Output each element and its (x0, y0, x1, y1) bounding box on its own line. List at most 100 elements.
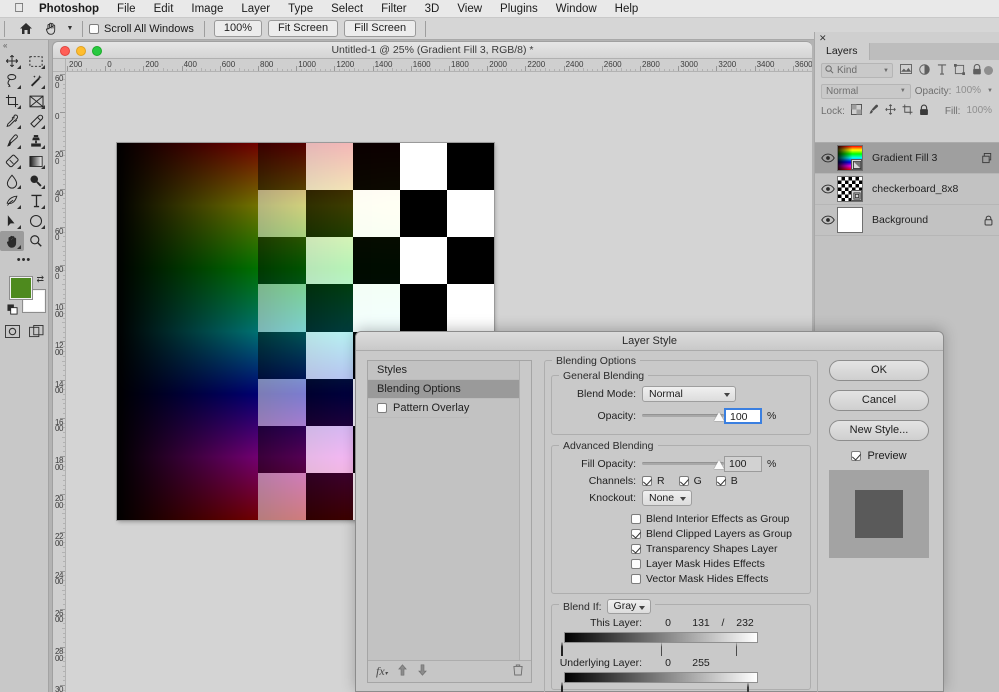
layer-thumbnail[interactable] (837, 145, 863, 171)
transparency-shapes-layer-checkbox[interactable]: Transparency Shapes Layer (560, 543, 802, 555)
magic-wand-tool-icon[interactable] (24, 71, 48, 91)
table-row[interactable]: checkerboard_8x8 (815, 174, 999, 205)
frame-tool-icon[interactable] (24, 91, 48, 111)
adjustment-filter-icon[interactable] (919, 63, 930, 78)
home-icon[interactable] (14, 20, 38, 38)
default-colors-icon[interactable] (7, 304, 18, 318)
layer-thumbnail[interactable] (837, 176, 863, 202)
ellipse-tool-icon[interactable] (24, 211, 48, 231)
brush-tool-icon[interactable] (0, 131, 24, 151)
table-row[interactable]: Gradient Fill 3 (815, 143, 999, 174)
styles-item-blending-options[interactable]: Blending Options (368, 380, 531, 399)
tab-layers[interactable]: Layers (815, 43, 870, 60)
eye-icon[interactable] (819, 184, 837, 194)
vector-mask-hides-effects-checkbox[interactable]: Vector Mask Hides Effects (560, 573, 802, 585)
channel-r-checkbox[interactable]: R (642, 475, 665, 487)
swap-arrows-icon[interactable]: ⇄ (36, 274, 44, 285)
filter-toggle-icon[interactable] (984, 66, 993, 75)
fx-icon[interactable]: fx▾ (376, 664, 388, 679)
horizontal-ruler[interactable]: 200 0 200 400 600 800 1000 1200 1400 1600 1800 2000… (53, 59, 812, 72)
dodge-tool-icon[interactable] (24, 171, 48, 191)
menu-item-image[interactable]: Image (182, 0, 232, 18)
this-layer-ramp[interactable] (564, 632, 758, 643)
ellipsis-icon[interactable]: ••• (0, 251, 48, 269)
fill-opacity-input[interactable]: 100 (724, 456, 762, 472)
blend-clipped-layers-checkbox[interactable]: Blend Clipped Layers as Group (560, 528, 802, 540)
styles-scrollbar[interactable] (519, 361, 531, 660)
eraser-tool-icon[interactable] (0, 151, 24, 171)
clone-stamp-tool-icon[interactable] (24, 131, 48, 151)
scroll-all-windows-checkbox[interactable]: Scroll All Windows (89, 23, 194, 35)
crop-tool-icon[interactable] (0, 91, 24, 111)
zoom-100-button[interactable]: 100% (213, 20, 262, 37)
slider-knob[interactable] (714, 460, 724, 469)
fill-screen-button[interactable]: Fill Screen (344, 20, 417, 37)
type-filter-icon[interactable] (937, 63, 947, 78)
options-bar-grip[interactable] (4, 20, 11, 37)
underlying-layer-black-stop[interactable] (561, 682, 571, 692)
lock-position-icon[interactable] (885, 104, 896, 118)
menu-item-3d[interactable]: 3D (416, 0, 449, 18)
preview-checkbox[interactable]: Preview (829, 450, 929, 462)
menu-item-layer[interactable]: Layer (232, 0, 279, 18)
marquee-tool-icon[interactable] (24, 51, 48, 71)
cancel-button[interactable]: Cancel (829, 390, 929, 411)
link-smart-icon[interactable] (982, 153, 993, 167)
menu-item-help[interactable]: Help (606, 0, 648, 18)
tools-panel-collapse-icon[interactable]: « (0, 40, 48, 51)
menu-item-edit[interactable]: Edit (145, 0, 183, 18)
move-up-icon[interactable] (397, 664, 408, 679)
menu-item-select[interactable]: Select (322, 0, 372, 18)
lock-transparency-icon[interactable] (850, 104, 862, 118)
gradient-tool-icon[interactable] (24, 151, 48, 171)
lock-image-icon[interactable] (868, 104, 879, 118)
fit-screen-button[interactable]: Fit Screen (268, 20, 339, 37)
move-down-icon[interactable] (417, 664, 428, 679)
channel-b-checkbox[interactable]: B (715, 475, 738, 487)
document-title-bar[interactable]: Untitled-1 @ 25% (Gradient Fill 3, RGB/8… (53, 42, 812, 59)
screen-mode-icon[interactable] (28, 325, 44, 341)
blend-mode-select[interactable]: Normal (642, 386, 736, 402)
blend-interior-effects-checkbox[interactable]: Blend Interior Effects as Group (560, 513, 802, 525)
styles-item-pattern-overlay[interactable]: Pattern Overlay (368, 399, 470, 418)
healing-brush-tool-icon[interactable] (24, 111, 48, 131)
blur-tool-icon[interactable] (0, 171, 24, 191)
menu-item-window[interactable]: Window (547, 0, 606, 18)
eye-icon[interactable] (819, 153, 837, 163)
pen-tool-icon[interactable] (0, 191, 24, 211)
type-tool-icon[interactable] (24, 191, 48, 211)
pixel-filter-icon[interactable] (900, 64, 912, 77)
layer-thumbnail[interactable] (837, 207, 863, 233)
foreground-color-swatch[interactable] (9, 276, 33, 300)
menu-item-type[interactable]: Type (279, 0, 322, 18)
zoom-tool-icon[interactable] (24, 231, 48, 251)
underlying-layer-white-stop[interactable] (747, 682, 757, 692)
styles-item-styles[interactable]: Styles (368, 361, 531, 380)
hand-tool-icon-selected[interactable] (0, 231, 24, 251)
quick-mask-icon[interactable] (4, 325, 20, 341)
this-layer-white-stop-high[interactable] (736, 642, 745, 656)
lasso-tool-icon[interactable] (0, 71, 24, 91)
new-style-button[interactable]: New Style... (829, 420, 929, 441)
checkbox-box[interactable] (377, 403, 387, 413)
channel-g-checkbox[interactable]: G (678, 475, 702, 487)
eyedropper-tool-icon[interactable] (0, 111, 24, 131)
this-layer-black-stop[interactable] (561, 642, 571, 656)
trash-icon[interactable] (513, 664, 523, 679)
ok-button[interactable]: OK (829, 360, 929, 381)
menu-item-filter[interactable]: Filter (372, 0, 416, 18)
chevron-down-icon[interactable]: ▼ (987, 88, 993, 94)
hand-tool-icon[interactable] (38, 20, 64, 38)
eye-icon[interactable] (819, 215, 837, 225)
vertical-ruler[interactable]: 600 0 200 400 600 800 1000 1200 1400 1600 1800 2000… (53, 72, 66, 692)
layer-mask-hides-effects-checkbox[interactable]: Layer Mask Hides Effects (560, 558, 802, 570)
menu-item-file[interactable]: File (108, 0, 145, 18)
fill-value[interactable]: 100% (966, 104, 994, 118)
slider-knob[interactable] (714, 412, 724, 421)
layer-blend-mode-dropdown[interactable]: Normal ▼ (821, 83, 911, 99)
opacity-value[interactable]: 100% (955, 84, 983, 98)
close-icon[interactable]: ✕ (819, 33, 827, 44)
underlying-layer-ramp[interactable] (564, 672, 758, 683)
menu-item-photoshop[interactable]: Photoshop (30, 0, 108, 18)
ruler-corner[interactable] (53, 59, 66, 72)
